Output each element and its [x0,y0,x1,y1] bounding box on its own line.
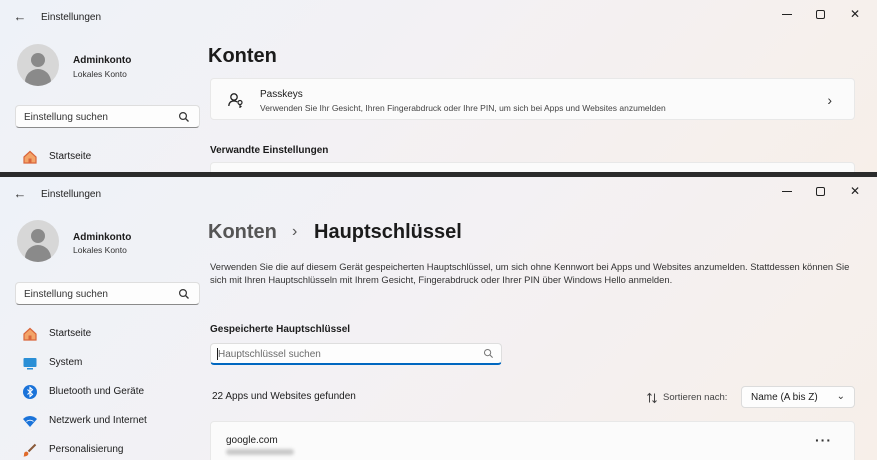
search-placeholder: Einstellung suchen [24,112,108,123]
back-button[interactable]: ← [12,9,28,25]
sidebar-item-label: Startseite [49,328,92,339]
passkey-icon [228,93,243,108]
app-title: Einstellungen [41,189,102,200]
results-count: 22 Apps und Websites gefunden [212,391,356,402]
list-item[interactable]: google.com ··· [210,421,855,460]
sort-value: Name (A bis Z) [751,392,818,403]
sidebar-item-label: Bluetooth und Geräte [49,386,145,397]
minimize-icon [782,14,792,16]
settings-window-konten: ← Einstellungen ✕ Adminkonto Lokales Kon… [0,0,877,172]
back-arrow-icon: ← [13,186,27,201]
saved-keys-heading: Gespeicherte Hauptschlüssel [210,324,351,335]
back-button[interactable]: ← [12,186,28,202]
close-button[interactable]: ✕ [840,6,870,22]
related-settings-card[interactable] [210,162,855,172]
system-icon [23,358,37,370]
wifi-icon [23,416,37,427]
maximize-icon [815,187,825,197]
chevron-down-icon: ⌄ [836,391,845,402]
sidebar-item-system[interactable]: System [14,350,204,376]
close-icon: ✕ [849,184,861,198]
close-button[interactable]: ✕ [840,183,870,199]
sidebar-item-bluetooth[interactable]: Bluetooth und Geräte [14,379,204,405]
page-description: Verwenden Sie die auf diesem Gerät gespe… [210,261,850,285]
search-placeholder: Einstellung suchen [24,289,108,300]
more-options-icon[interactable]: ··· [815,432,832,448]
site-name: google.com [226,435,278,446]
back-arrow-icon: ← [13,9,27,24]
minimize-button[interactable] [772,183,802,199]
sidebar-item-startseite[interactable]: Startseite [14,321,204,347]
passkeys-card[interactable]: Passkeys Verwenden Sie Ihr Gesicht, Ihre… [210,78,855,120]
avatar-head [31,229,45,243]
related-settings-heading: Verwandte Einstellungen [210,145,329,156]
sidebar-item-label: Startseite [49,151,92,162]
title-bar: ← Einstellungen ✕ [0,177,877,213]
sidebar-item-startseite[interactable]: Startseite [14,144,204,170]
search-icon [178,111,189,122]
passkeys-title: Passkeys [260,89,303,100]
app-title: Einstellungen [41,12,102,23]
avatar-body [25,69,51,86]
sort-dropdown[interactable]: Name (A bis Z) ⌄ [741,386,855,408]
sort-icon [647,392,657,404]
title-bar: ← Einstellungen ✕ [0,0,877,36]
sort-label: Sortieren nach: [663,392,728,403]
bluetooth-icon [23,385,37,399]
settings-window-hauptschluessel: ← Einstellungen ✕ Adminkonto Lokales Kon… [0,177,877,460]
settings-search-input[interactable]: Einstellung suchen [15,105,200,128]
maximize-button[interactable] [805,183,835,199]
close-icon: ✕ [849,7,861,21]
sidebar-item-label: Personalisierung [49,444,124,455]
sidebar-item-personalisierung[interactable]: Personalisierung [14,437,204,460]
blurred-account-name [226,449,294,455]
chevron-right-icon: › [827,92,832,108]
key-search-placeholder: Hauptschlüssel suchen [218,349,321,360]
page-title: Hauptschlüssel [314,221,462,243]
breadcrumb-parent[interactable]: Konten [208,221,277,244]
maximize-icon [815,10,825,20]
minimize-icon [782,191,792,193]
key-search-input[interactable]: Hauptschlüssel suchen [210,343,502,365]
account-type: Lokales Konto [73,69,127,79]
sidebar-item-label: Netzwerk und Internet [49,415,147,426]
passkeys-description: Verwenden Sie Ihr Gesicht, Ihren Fingera… [260,103,666,113]
avatar[interactable] [17,220,59,262]
user-name: Adminkonto [73,55,132,66]
sidebar-item-label: System [49,357,83,368]
sidebar-item-netzwerk[interactable]: Netzwerk und Internet [14,408,204,434]
settings-search-input[interactable]: Einstellung suchen [15,282,200,305]
page-title: Konten [208,45,277,67]
home-icon [23,327,37,341]
avatar[interactable] [17,44,59,86]
search-icon [178,288,189,299]
brush-icon [23,443,37,457]
search-icon [483,348,494,359]
home-icon [23,150,37,164]
account-type: Lokales Konto [73,245,127,255]
breadcrumb-separator-icon: › [292,223,298,240]
avatar-body [25,245,51,262]
avatar-head [31,53,45,67]
minimize-button[interactable] [772,6,802,22]
maximize-button[interactable] [805,6,835,22]
user-name: Adminkonto [73,232,132,243]
